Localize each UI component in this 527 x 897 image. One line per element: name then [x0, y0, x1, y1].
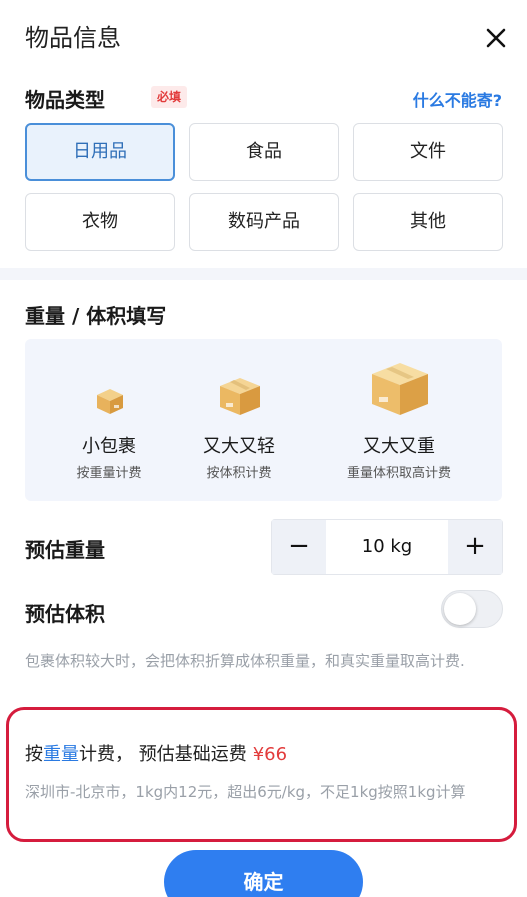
weight-stepper: − 10 kg + — [271, 519, 503, 575]
fee-estimate-line: 按重量计费， 预估基础运费 ¥66 — [25, 740, 287, 766]
fee-estimate-box: 按重量计费， 预估基础运费 ¥66 深圳市-北京市，1kg内12元，超出6元/kg… — [6, 707, 517, 842]
fee-middle-text: 计费， 预估基础运费 — [79, 744, 247, 765]
estimated-weight-label: 预估重量 — [25, 538, 105, 562]
toggle-knob — [444, 593, 476, 625]
required-badge: 必填 — [151, 86, 188, 108]
type-option-daily[interactable]: 日用品 — [25, 123, 175, 181]
page-title: 物品信息 — [25, 24, 121, 52]
increase-weight-button[interactable]: + — [448, 520, 502, 574]
package-heavy-desc: 重量体积取高计费 — [346, 466, 451, 481]
small-box-icon — [97, 389, 123, 414]
header: 物品信息 — [0, 0, 527, 72]
type-option-other[interactable]: 其他 — [353, 193, 503, 251]
package-small-desc: 按重量计费 — [76, 466, 142, 481]
estimated-volume-label: 预估体积 — [25, 602, 105, 626]
type-option-digital[interactable]: 数码产品 — [189, 193, 339, 251]
type-option-document[interactable]: 文件 — [353, 123, 503, 181]
type-option-food[interactable]: 食品 — [189, 123, 339, 181]
package-small[interactable]: 小包裹 按重量计费 — [67, 339, 151, 501]
package-heavy-name: 又大又重 — [363, 436, 435, 457]
package-light-name: 又大又轻 — [203, 436, 275, 457]
billing-mode: 重量 — [43, 744, 79, 765]
close-icon[interactable] — [484, 26, 508, 50]
decrease-weight-button[interactable]: − — [272, 520, 326, 574]
section-divider — [0, 268, 527, 280]
fee-detail: 深圳市-北京市，1kg内12元，超出6元/kg，不足1kg按照1kg计算 — [25, 783, 466, 801]
prohibited-items-link[interactable]: 什么不能寄? — [413, 87, 502, 111]
fee-prefix: 按 — [25, 744, 43, 765]
item-type-header: 物品类型 必填 什么不能寄? — [25, 84, 502, 112]
item-type-label: 物品类型 — [25, 88, 105, 112]
weight-value-input[interactable]: 10 kg — [326, 520, 448, 574]
volume-note: 包裹体积较大时，会把体积折算成体积重量，和真实重量取高计费. — [25, 652, 465, 670]
large-box-icon — [372, 363, 428, 415]
estimated-price: ¥66 — [252, 744, 288, 765]
type-option-clothing[interactable]: 衣物 — [25, 193, 175, 251]
package-light-desc: 按体积计费 — [206, 466, 272, 481]
confirm-button[interactable]: 确定 — [164, 850, 363, 897]
volume-toggle[interactable] — [441, 590, 503, 628]
package-heavy[interactable]: 又大又重 重量体积取高计费 — [331, 339, 467, 501]
package-small-name: 小包裹 — [82, 436, 136, 457]
medium-box-icon — [220, 378, 260, 415]
package-size-panel: 小包裹 按重量计费 又大又轻 按体积计费 又大又重 重量体积取高计费 — [25, 339, 502, 501]
weight-volume-title: 重量 / 体积填写 — [25, 304, 167, 328]
package-light[interactable]: 又大又轻 按体积计费 — [193, 339, 285, 501]
